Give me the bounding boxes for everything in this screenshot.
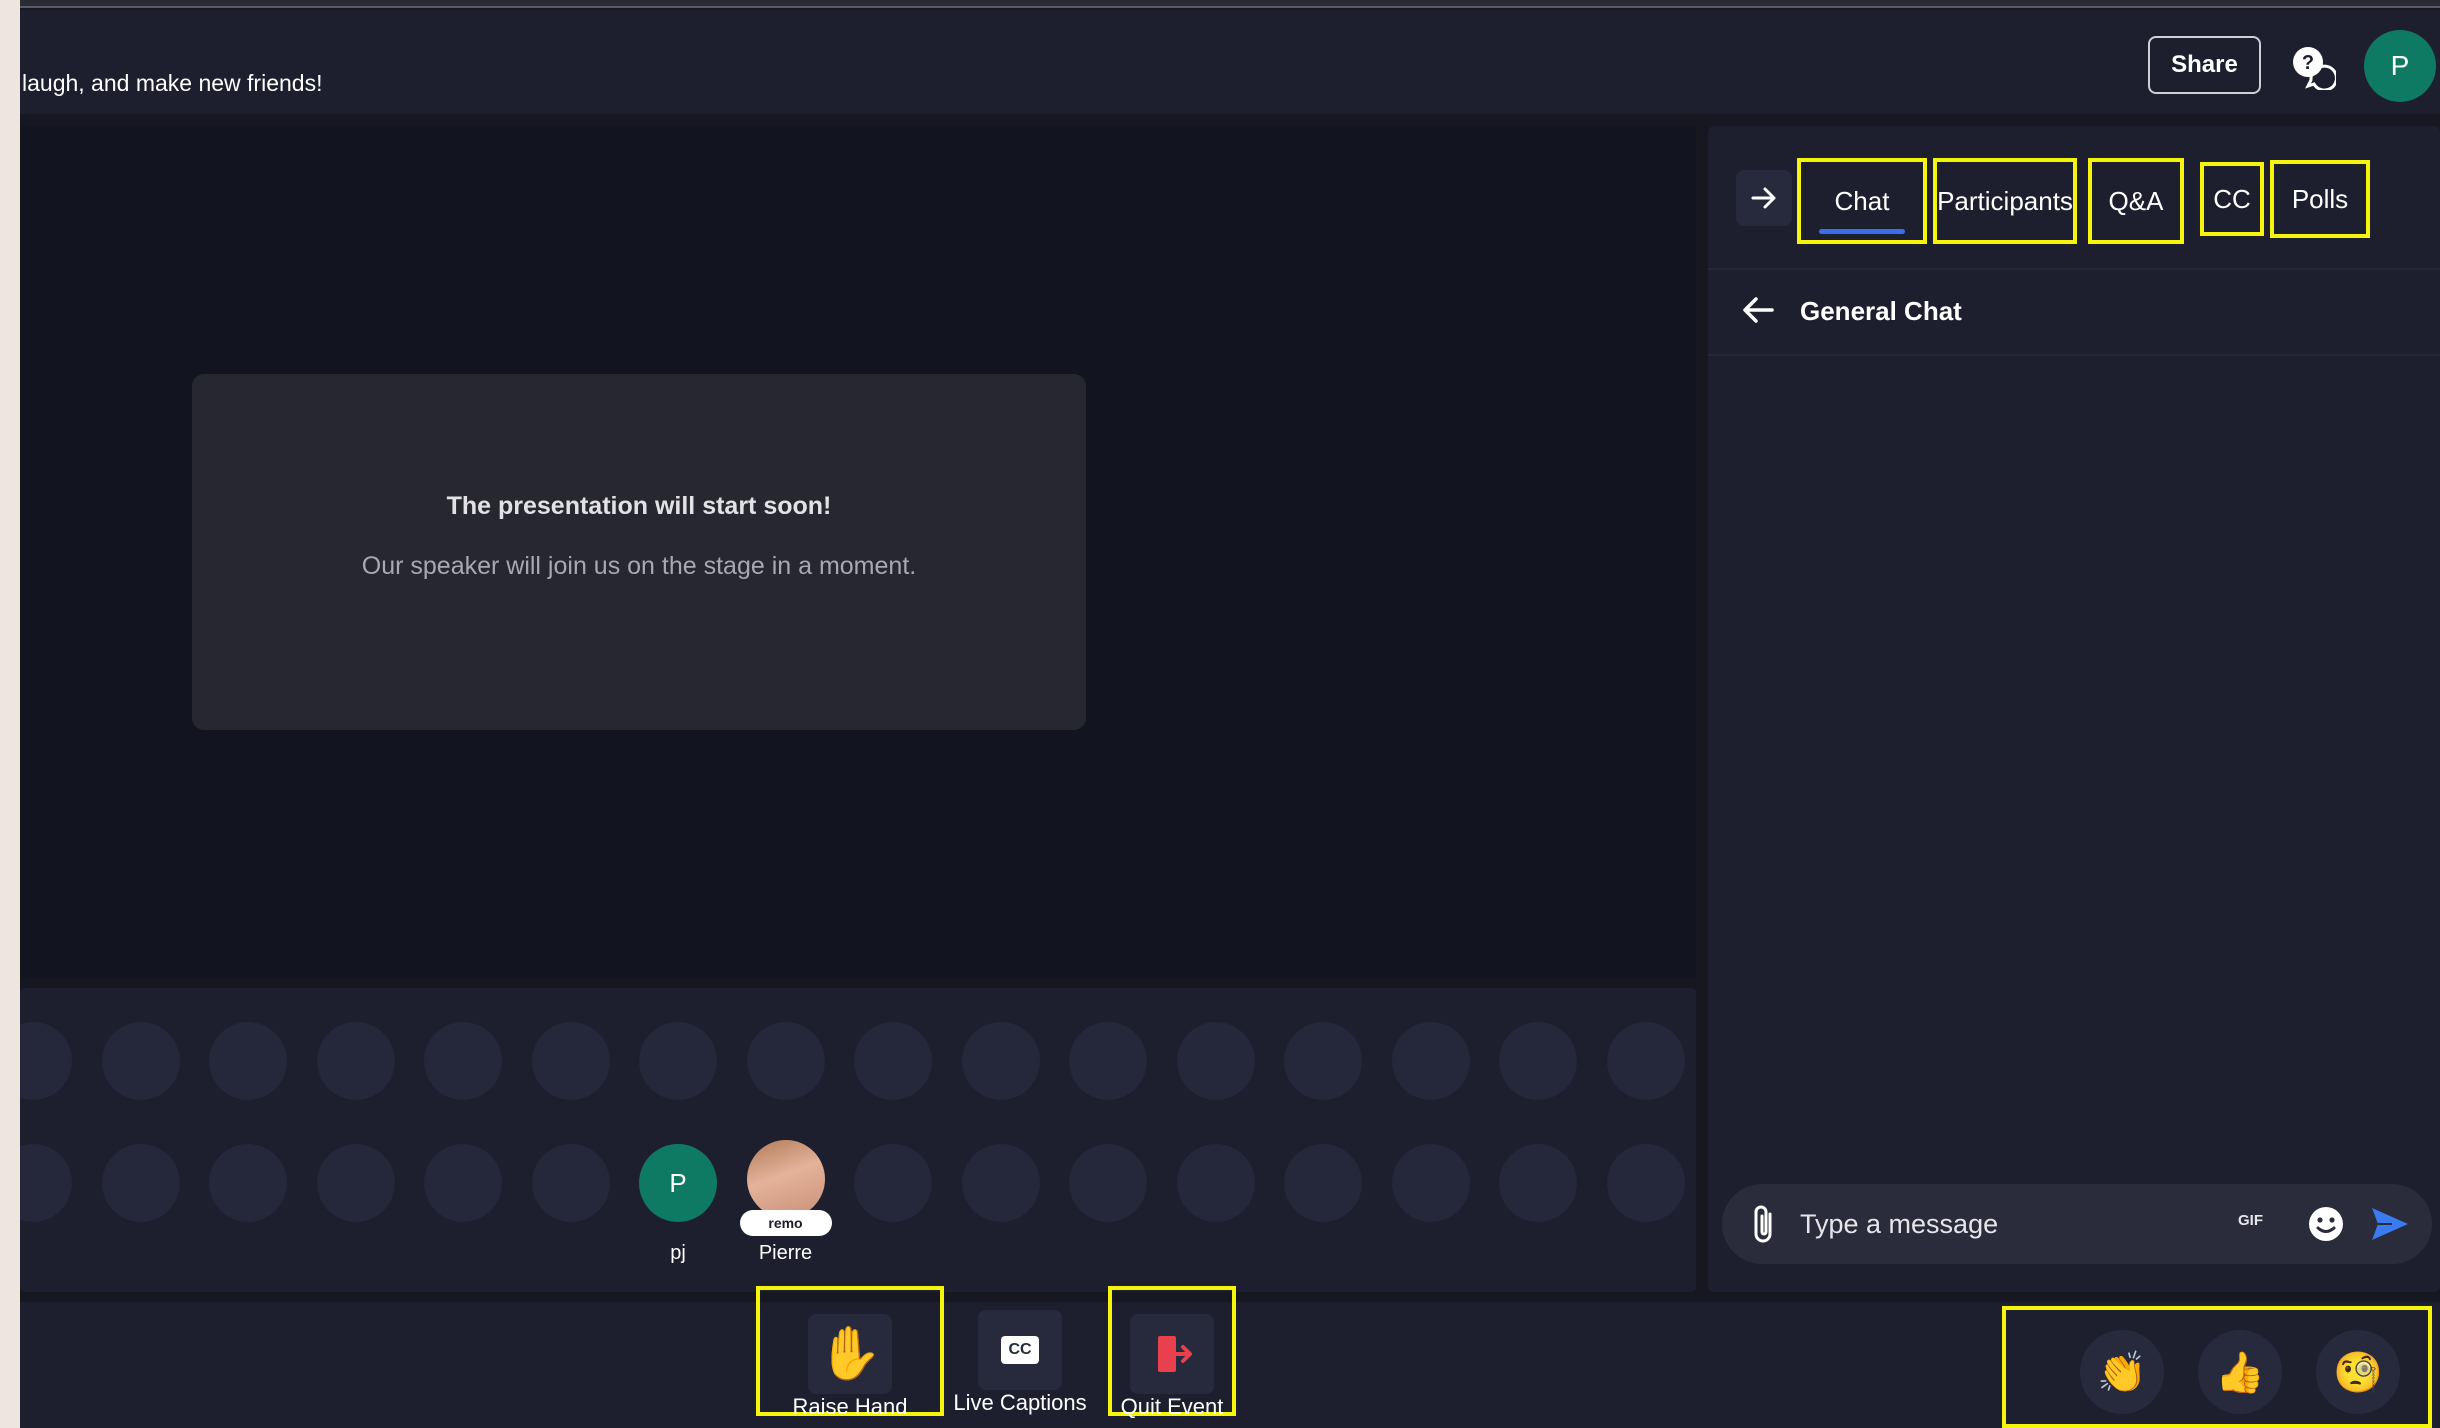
empty-seat[interactable] [101,1144,180,1222]
tab-chat-label: Chat [1834,185,1890,216]
captions-icon: CC [978,1310,1062,1390]
tab-polls[interactable]: Polls [2270,160,2370,238]
help-chat-icon[interactable]: ? [2288,42,2338,92]
tabs-divider [1708,268,2440,270]
reactions-bar: 👏 👍 🧐 [2002,1306,2432,1428]
presentation-title: The presentation will start soon! [446,492,832,520]
attendee-name-pierre: Pierre [758,1242,813,1264]
monocle-face-reaction-icon[interactable]: 🧐 [2316,1330,2400,1414]
event-description: laugh, and make new friends! [22,70,323,96]
share-button[interactable]: Share [2148,36,2261,94]
empty-seat[interactable] [316,1144,395,1222]
chat-header-divider [1708,354,2440,356]
tab-polls-label: Polls [2291,183,2349,214]
collapse-sidebar-button[interactable] [1736,170,1792,226]
presentation-placeholder: The presentation will start soon! Our sp… [192,374,1086,730]
presentation-subtitle: Our speaker will join us on the stage in… [361,552,917,580]
app-root: laugh, and make new friends! Share ? P T… [0,0,2440,1428]
tab-participants[interactable]: Participants [1933,158,2077,244]
top-border [20,0,2440,8]
empty-seat[interactable] [209,1022,287,1100]
chat-sidebar: Chat Participants Q&A CC Polls General C… [1708,126,2440,1292]
tab-cc-label: CC [2213,183,2251,214]
empty-seat[interactable] [1176,1144,1255,1222]
empty-seat[interactable] [1176,1022,1255,1100]
empty-seat[interactable] [1069,1022,1147,1100]
empty-seat[interactable] [1284,1144,1362,1222]
raise-hand-icon: ✋ [808,1314,892,1394]
empty-seat[interactable] [1606,1022,1685,1100]
empty-seat[interactable] [854,1144,932,1222]
empty-seat[interactable] [1284,1022,1362,1100]
live-captions-button[interactable]: CC Live Captions [948,1286,1092,1416]
empty-seat[interactable] [639,1022,717,1100]
tab-qa[interactable]: Q&A [2088,158,2184,244]
live-captions-label: Live Captions [953,1390,1087,1415]
window-edge [0,0,20,1428]
quit-event-button[interactable]: Quit Event [1108,1286,1236,1419]
empty-seat[interactable] [20,1022,72,1100]
empty-seat[interactable] [20,1144,72,1222]
send-icon[interactable] [2368,1202,2412,1246]
empty-seat[interactable] [746,1022,825,1100]
gif-button[interactable]: GIF [2238,1212,2263,1229]
exit-door-icon [1130,1314,1214,1394]
message-input[interactable] [1800,1202,2200,1246]
empty-seat[interactable] [1606,1144,1685,1222]
attendee-avatar-pierre[interactable] [746,1140,825,1218]
raise-hand-label: Raise Hand [792,1394,908,1419]
emoji-icon[interactable] [2306,1204,2346,1244]
audience-seats: Ppj remo Pierre [20,988,1696,1292]
raise-hand-button[interactable]: ✋ Raise Hand [756,1286,944,1419]
empty-seat[interactable] [1499,1144,1577,1222]
active-tab-indicator [1819,229,1905,234]
empty-seat[interactable] [1391,1022,1470,1100]
attendee-name-pj: pj [670,1242,686,1264]
empty-seat[interactable] [424,1022,502,1100]
empty-seat[interactable] [1069,1144,1147,1222]
empty-seat[interactable] [209,1144,287,1222]
back-arrow-icon[interactable] [1738,290,1778,330]
empty-seat[interactable] [854,1022,932,1100]
tab-qa-label: Q&A [2108,185,2164,216]
message-composer: GIF [1722,1184,2432,1264]
attendee-avatar-pj[interactable]: P [639,1144,717,1222]
empty-seat[interactable] [424,1144,502,1222]
chat-room-title: General Chat [1800,296,1962,326]
empty-seat[interactable] [1391,1144,1470,1222]
empty-seat[interactable] [316,1022,395,1100]
remo-badge: remo [739,1210,832,1236]
tab-participants-label: Participants [1937,185,2073,216]
empty-seat[interactable] [961,1022,1040,1100]
tab-cc[interactable]: CC [2200,162,2264,236]
tab-chat[interactable]: Chat [1797,158,1927,244]
empty-seat[interactable] [961,1144,1040,1222]
quit-event-label: Quit Event [1120,1394,1224,1419]
attachment-icon[interactable] [1744,1202,1784,1246]
stage-area: The presentation will start soon! Our sp… [20,126,1696,978]
empty-seat[interactable] [531,1144,610,1222]
clap-reaction-icon[interactable]: 👏 [2080,1330,2164,1414]
empty-seat[interactable] [101,1022,180,1100]
header: laugh, and make new friends! Share ? P [20,10,2440,114]
user-avatar[interactable]: P [2364,30,2436,102]
thumbs-up-reaction-icon[interactable]: 👍 [2198,1330,2282,1414]
arrow-right-icon [1751,187,1776,209]
empty-seat[interactable] [1499,1022,1577,1100]
captions-icon-glyph: CC [1001,1336,1039,1364]
empty-seat[interactable] [531,1022,610,1100]
